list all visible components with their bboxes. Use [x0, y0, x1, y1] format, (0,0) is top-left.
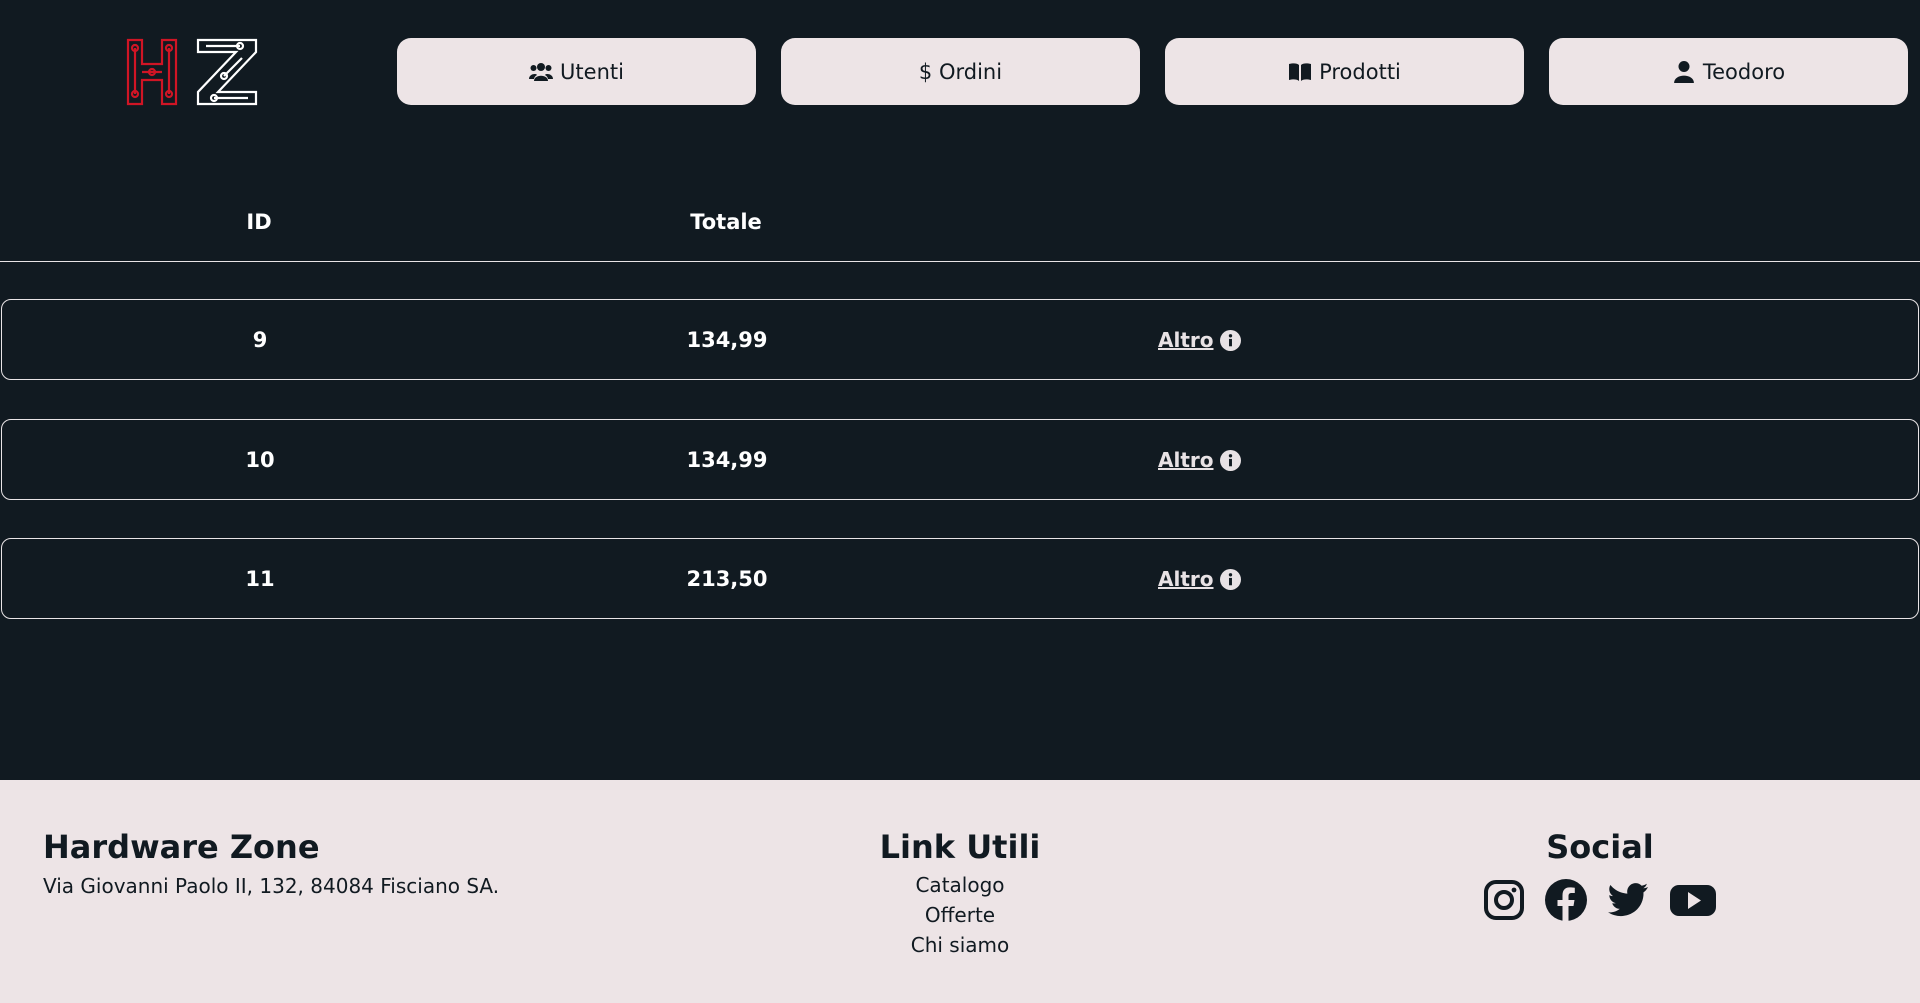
altro-label: Altro — [1158, 328, 1214, 352]
table-header: ID Totale — [0, 190, 1920, 262]
altro-link[interactable]: Altro — [1158, 448, 1241, 472]
twitter-icon[interactable] — [1606, 878, 1650, 922]
footer-links: Link Utili Catalogo Offerte Chi siamo — [880, 828, 1041, 960]
column-header-totale: Totale — [690, 210, 762, 234]
book-open-icon — [1289, 62, 1312, 81]
user-icon — [1673, 60, 1694, 83]
cell-id: 10 — [245, 448, 275, 472]
hz-logo[interactable] — [122, 36, 262, 108]
footer-social: Social — [1482, 828, 1718, 922]
nav-label-prodotti: Prodotti — [1319, 59, 1401, 84]
info-circle-icon — [1219, 568, 1241, 590]
nav-label-user: Teodoro — [1702, 59, 1786, 84]
nav-button-prodotti[interactable]: Prodotti — [1165, 38, 1524, 105]
cell-totale: 134,99 — [686, 328, 768, 352]
facebook-icon[interactable] — [1544, 878, 1588, 922]
users-icon — [529, 62, 554, 81]
nav-label-utenti: Utenti — [560, 59, 624, 84]
info-circle-icon — [1219, 449, 1241, 471]
footer: Hardware Zone Via Giovanni Paolo II, 132… — [0, 780, 1920, 1003]
table-row: 11 213,50 Altro — [1, 538, 1919, 619]
table-row: 9 134,99 Altro — [1, 299, 1919, 380]
info-circle-icon — [1219, 329, 1241, 351]
cell-id: 9 — [252, 328, 268, 352]
altro-label: Altro — [1158, 448, 1214, 472]
nav-button-utenti[interactable]: Utenti — [397, 38, 756, 105]
nav-button-ordini[interactable]: $ Ordini — [781, 38, 1140, 105]
footer-brand-title: Hardware Zone — [43, 828, 320, 866]
footer-link-chi-siamo[interactable]: Chi siamo — [880, 930, 1041, 960]
cell-id: 11 — [245, 567, 275, 591]
altro-label: Altro — [1158, 567, 1214, 591]
footer-link-offerte[interactable]: Offerte — [880, 900, 1041, 930]
footer-social-title: Social — [1546, 828, 1654, 866]
top-navigation: Utenti $ Ordini Prodotti Teodoro — [0, 0, 1920, 140]
cell-totale: 134,99 — [686, 448, 768, 472]
social-icons — [1482, 878, 1718, 922]
column-header-id: ID — [246, 210, 272, 234]
nav-label-ordini: $ Ordini — [918, 59, 1003, 84]
footer-links-title: Link Utili — [879, 828, 1041, 866]
footer-address: Via Giovanni Paolo II, 132, 84084 Fiscia… — [43, 874, 500, 898]
cell-totale: 213,50 — [686, 567, 768, 591]
footer-link-catalogo[interactable]: Catalogo — [880, 870, 1041, 900]
nav-button-user[interactable]: Teodoro — [1549, 38, 1908, 105]
instagram-icon[interactable] — [1482, 878, 1526, 922]
youtube-icon[interactable] — [1668, 878, 1718, 922]
table-row: 10 134,99 Altro — [1, 419, 1919, 500]
altro-link[interactable]: Altro — [1158, 567, 1241, 591]
altro-link[interactable]: Altro — [1158, 328, 1241, 352]
